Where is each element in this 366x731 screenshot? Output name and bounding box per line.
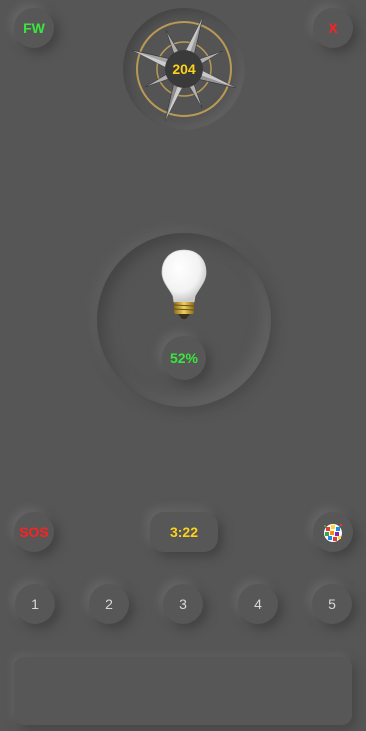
color-button[interactable]	[313, 512, 353, 552]
compass-value: 204	[172, 61, 196, 77]
app-screen: FW 204 X 52% SOS 3:22 1 2 3 4 5	[0, 0, 366, 731]
preset-button-2[interactable]: 2	[89, 584, 129, 624]
light-bulb-icon[interactable]	[158, 248, 210, 322]
preset-button-1[interactable]: 1	[15, 584, 55, 624]
fw-button[interactable]: FW	[14, 8, 54, 48]
close-button[interactable]: X	[313, 8, 353, 48]
preset-button-5[interactable]: 5	[312, 584, 352, 624]
preset-button-3[interactable]: 3	[163, 584, 203, 624]
brightness-button[interactable]: 52%	[162, 336, 206, 380]
preset-button-4[interactable]: 4	[238, 584, 278, 624]
color-palette-icon	[324, 524, 342, 542]
compass-dial[interactable]: 204	[123, 8, 245, 130]
timer-button[interactable]: 3:22	[150, 512, 218, 552]
sos-button[interactable]: SOS	[14, 512, 54, 552]
bottom-panel	[14, 657, 352, 725]
